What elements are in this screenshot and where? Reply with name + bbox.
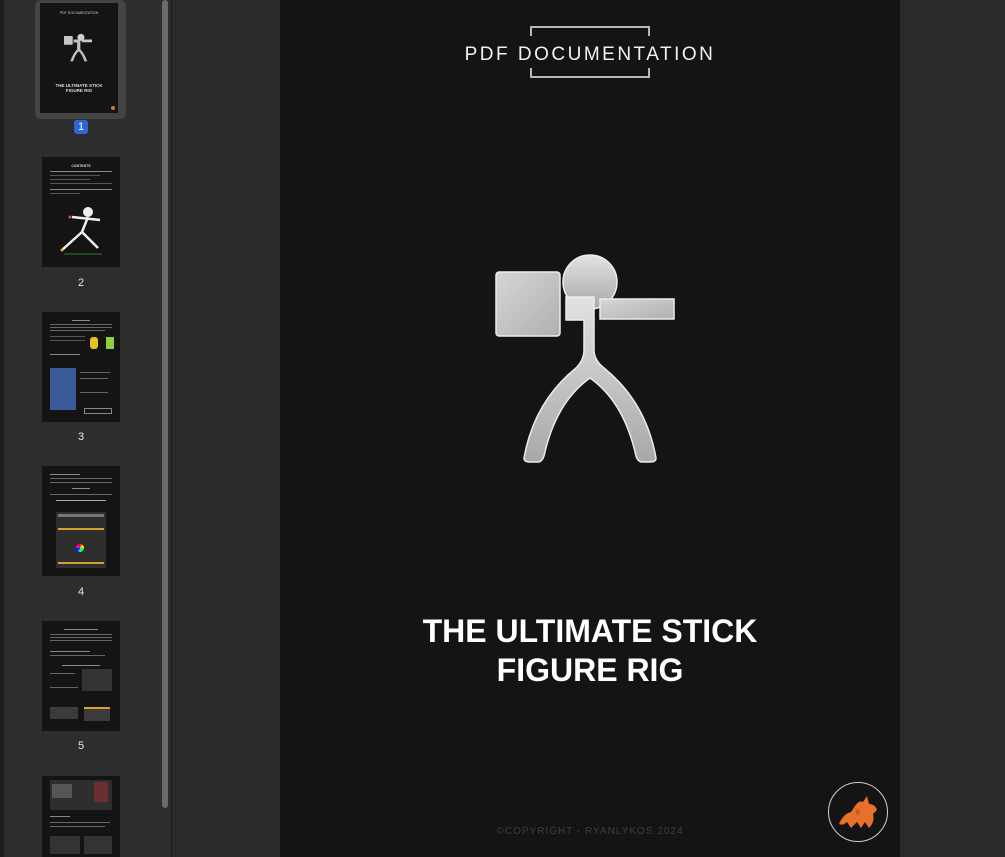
mini-title: THE ULTIMATE STICK FIGURE RIG [55, 83, 103, 93]
thumbnail-frame: PDF DOCUMENTATION THE ULTIMATE STICK FIG… [35, 0, 126, 119]
page-number-3: 3 [77, 431, 85, 443]
fox-logo-icon [828, 782, 888, 842]
fox-shape [839, 796, 877, 828]
stick-figure-icon [495, 254, 675, 463]
thumbnail-page-1[interactable]: PDF DOCUMENTATION THE ULTIMATE STICK FIG… [35, 0, 126, 119]
page-number-2: 2 [77, 277, 85, 289]
thumbnail-image [42, 466, 120, 576]
thumbnail-image: PDF DOCUMENTATION THE ULTIMATE STICK FIG… [40, 3, 118, 113]
thumbnail-image: CONTENTS [42, 157, 120, 267]
pdf-page-1: PDF DOCUMENTATION THE ULTIMATE STICK FIG… [280, 0, 900, 857]
document-viewer[interactable]: PDF DOCUMENTATION THE ULTIMATE STICK FIG… [172, 0, 1005, 857]
page-number-1: 1 [36, 120, 126, 134]
thumbnail-sidebar: PDF DOCUMENTATION THE ULTIMATE STICK FIG… [0, 0, 172, 857]
thumbnail-page-4[interactable] [36, 466, 126, 576]
thumbnail-page-2[interactable]: CONTENTS [36, 157, 126, 267]
thumbnail-image [42, 312, 120, 422]
mini-stick-figure-icon [64, 33, 93, 62]
page-number-4: 4 [77, 586, 85, 598]
sidebar-scrollbar[interactable] [162, 0, 168, 808]
thumbnail-image [42, 776, 120, 857]
mini-pose-icon [60, 207, 102, 255]
mini-header: PDF DOCUMENTATION [59, 11, 99, 15]
thumbnail-page-5[interactable] [36, 621, 126, 731]
thumbnail-image [42, 621, 120, 731]
page-number-5: 5 [77, 740, 85, 752]
mini-logo-icon [111, 106, 115, 110]
header-label: PDF DOCUMENTATION [280, 44, 900, 66]
mini-header: CONTENTS [71, 164, 91, 168]
title-line-1: THE ULTIMATE STICK [422, 613, 758, 649]
document-title: THE ULTIMATE STICK FIGURE RIG [280, 612, 900, 690]
sidebar-edge [0, 0, 4, 857]
title-line-2: FIGURE RIG [496, 652, 684, 688]
thumbnail-page-6[interactable] [36, 776, 126, 857]
copyright-text: ©COPYRIGHT - RYANLYKOS 2024 [496, 826, 684, 837]
thumbnail-page-3[interactable] [36, 312, 126, 422]
